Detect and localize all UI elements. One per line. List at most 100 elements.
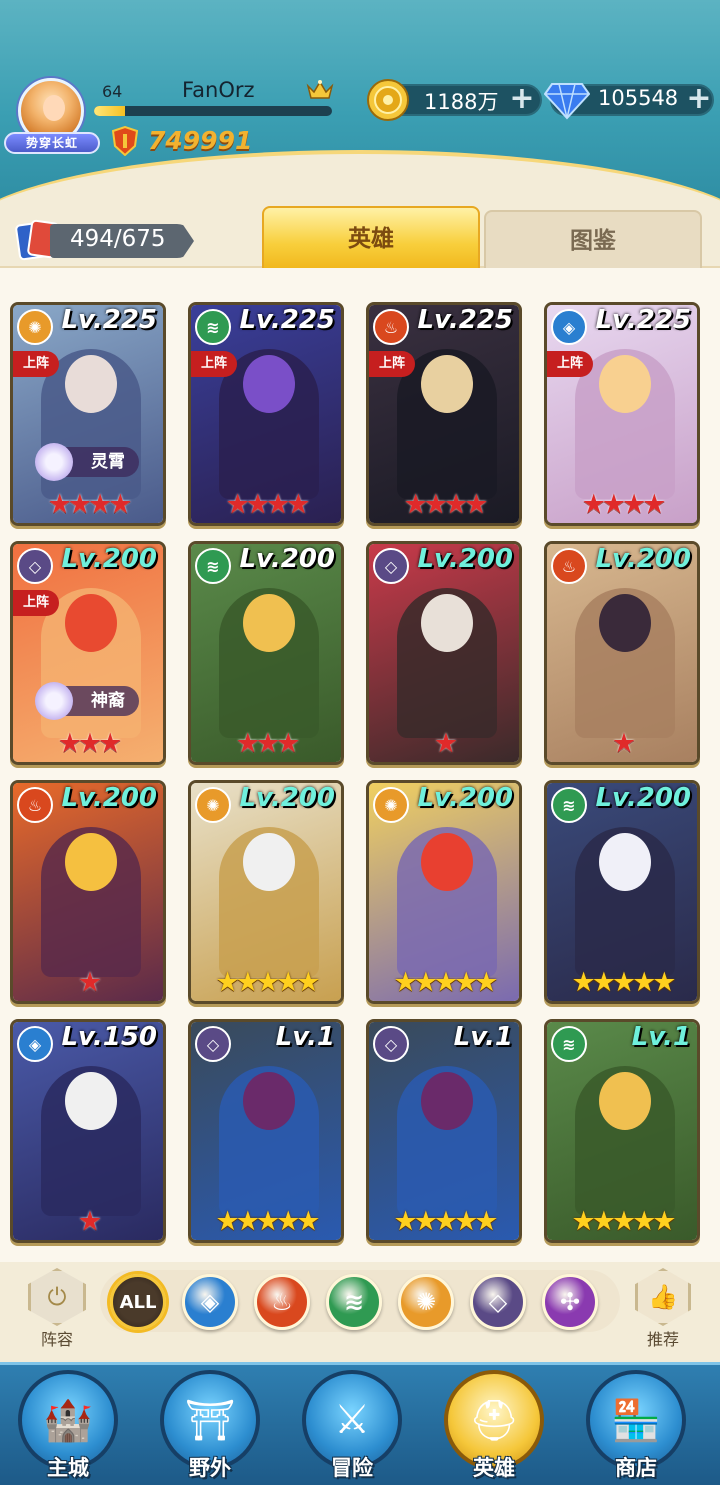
hero-head bbox=[65, 833, 117, 891]
fire-faction-icon: ♨ bbox=[551, 548, 587, 584]
nav-castle-button[interactable]: 🏰 主城 bbox=[16, 1370, 120, 1484]
hero-head bbox=[65, 594, 117, 652]
hero-card[interactable]: ✺ Lv.200 ★★★★★ bbox=[366, 780, 522, 1004]
hero-level: Lv.200 bbox=[61, 544, 157, 574]
hero-card[interactable]: ♨ Lv.200 ★ bbox=[544, 541, 700, 765]
combat-power: 749991 bbox=[148, 126, 253, 155]
hero-card[interactable]: ◇ Lv.200 ★ bbox=[366, 541, 522, 765]
hero-level: Lv.225 bbox=[61, 305, 157, 335]
nav-label: 主城 bbox=[47, 1456, 89, 1480]
recommend-label: 推荐 bbox=[646, 1330, 679, 1349]
water-icon: ◈ bbox=[200, 1288, 220, 1316]
hero-star-rating: ★ bbox=[611, 728, 636, 759]
filter-all-button[interactable]: ALL bbox=[110, 1274, 166, 1330]
thumbs-up-icon: 👍 bbox=[635, 1268, 691, 1326]
hero-head bbox=[421, 1072, 473, 1130]
player-title-badge: 势穿长虹 bbox=[4, 132, 100, 154]
deployed-tag: 上阵 bbox=[13, 590, 59, 616]
hero-head bbox=[421, 833, 473, 891]
hero-star-rating: ★★★★ bbox=[581, 489, 667, 520]
lineup-button[interactable]: ⏻ 阵容 bbox=[22, 1268, 92, 1354]
hero-card[interactable]: ◇ Lv.200 上阵神裔 ★★★ bbox=[10, 541, 166, 765]
nav-gate-button[interactable]: ⛩ 野外 bbox=[158, 1370, 262, 1484]
nav-shop-button[interactable]: 🏪 商店 bbox=[584, 1370, 688, 1484]
hero-star-rating: ★★★★★ bbox=[393, 1206, 498, 1237]
water-faction-icon: ◈ bbox=[17, 1026, 53, 1062]
hero-card[interactable]: ≋ Lv.1 ★★★★★ bbox=[544, 1019, 700, 1243]
hero-level: Lv.225 bbox=[239, 305, 335, 335]
gold-coin-icon bbox=[367, 79, 409, 121]
hero-card[interactable]: ◈ Lv.225 上阵 ★★★★ bbox=[544, 302, 700, 526]
hero-card[interactable]: ≋ Lv.225 上阵 ★★★★ bbox=[188, 302, 344, 526]
hero-level: Lv.225 bbox=[595, 305, 691, 335]
filter-dark-button[interactable]: ◇ bbox=[470, 1274, 526, 1330]
gem-amount: 105548 bbox=[598, 86, 679, 110]
hero-card[interactable]: ◇ Lv.1 ★★★★★ bbox=[188, 1019, 344, 1243]
hero-card[interactable]: ✺ Lv.200 ★★★★★ bbox=[188, 780, 344, 1004]
tab-codex[interactable]: 图鉴 bbox=[484, 210, 702, 268]
tab-heroes[interactable]: 英雄 bbox=[262, 206, 480, 268]
hero-level: Lv.200 bbox=[239, 544, 335, 574]
filter-light-button[interactable]: ✺ bbox=[398, 1274, 454, 1330]
hero-star-rating: ★★★★★ bbox=[215, 1206, 320, 1237]
hero-head bbox=[599, 355, 651, 413]
fire-faction-icon: ♨ bbox=[17, 787, 53, 823]
deployed-tag: 上阵 bbox=[547, 351, 593, 377]
hero-star-rating: ★ bbox=[433, 728, 458, 759]
nature-icon: ≋ bbox=[343, 1288, 365, 1316]
hero-head bbox=[243, 594, 295, 652]
add-gold-button[interactable]: + bbox=[508, 84, 536, 114]
filter-nature-button[interactable]: ≋ bbox=[326, 1274, 382, 1330]
dark-icon: ◇ bbox=[488, 1288, 508, 1316]
hero-card[interactable]: ♨ Lv.200 ★ bbox=[10, 780, 166, 1004]
light-faction-icon: ✺ bbox=[195, 787, 231, 823]
hero-star-rating: ★★★★★ bbox=[571, 967, 676, 998]
hero-card[interactable]: ♨ Lv.225 上阵 ★★★★ bbox=[366, 302, 522, 526]
hero-star-rating: ★★★ bbox=[57, 728, 123, 759]
light-icon: ✺ bbox=[415, 1288, 437, 1316]
dark-faction-icon: ◇ bbox=[195, 1026, 231, 1062]
hero-level: Lv.150 bbox=[61, 1022, 157, 1052]
hero-level: Lv.200 bbox=[239, 783, 335, 813]
hero-card[interactable]: ◈ Lv.150 ★ bbox=[10, 1019, 166, 1243]
hero-star-rating: ★★★★ bbox=[225, 489, 311, 520]
hero-star-rating: ★★★★★ bbox=[215, 967, 320, 998]
fire-faction-icon: ♨ bbox=[373, 309, 409, 345]
hero-card[interactable]: ≋ Lv.200 ★★★★★ bbox=[544, 780, 700, 1004]
filter-water-button[interactable]: ◈ bbox=[182, 1274, 238, 1330]
hero-star-rating: ★★★★★ bbox=[393, 967, 498, 998]
filter-arcane-button[interactable]: ✣ bbox=[542, 1274, 598, 1330]
hero-star-rating: ★ bbox=[77, 1206, 102, 1237]
nature-faction-icon: ≋ bbox=[195, 309, 231, 345]
hero-level: Lv.200 bbox=[595, 783, 691, 813]
hero-star-rating: ★★★ bbox=[235, 728, 301, 759]
exp-bar bbox=[94, 106, 332, 116]
all-icon: ALL bbox=[119, 1291, 157, 1313]
badge-emblem-icon bbox=[35, 682, 73, 720]
hero-card[interactable]: ◇ Lv.1 ★★★★★ bbox=[366, 1019, 522, 1243]
nav-helmet-button[interactable]: ⛑ 英雄 bbox=[442, 1370, 546, 1484]
hero-card[interactable]: ≋ Lv.200 ★★★ bbox=[188, 541, 344, 765]
vip-crown-icon[interactable] bbox=[306, 78, 334, 102]
recommend-button[interactable]: 👍 推荐 bbox=[628, 1268, 698, 1354]
filter-fire-button[interactable]: ♨ bbox=[254, 1274, 310, 1330]
hero-title-text: 灵霄 bbox=[91, 452, 125, 472]
arcane-icon: ✣ bbox=[559, 1288, 581, 1316]
add-gems-button[interactable]: + bbox=[685, 84, 713, 114]
hero-head bbox=[599, 1072, 651, 1130]
dark-faction-icon: ◇ bbox=[17, 548, 53, 584]
water-faction-icon: ◈ bbox=[551, 309, 587, 345]
hero-head bbox=[421, 594, 473, 652]
hero-level: Lv.200 bbox=[417, 544, 513, 574]
avatar-face bbox=[43, 95, 65, 121]
nav-label: 野外 bbox=[189, 1456, 231, 1480]
nav-sword-button[interactable]: ⚔ 冒险 bbox=[300, 1370, 404, 1484]
hero-card[interactable]: ✺ Lv.225 上阵 灵霄 ★★★★ bbox=[10, 302, 166, 526]
dark-faction-icon: ◇ bbox=[373, 1026, 409, 1062]
hero-level: Lv.1 bbox=[453, 1022, 513, 1052]
player-avatar[interactable]: 势穿长虹 bbox=[4, 78, 100, 160]
gold-amount: 1188万 bbox=[424, 90, 499, 114]
hero-title-text: 神裔 bbox=[91, 691, 125, 711]
hero-star-rating: ★ bbox=[77, 967, 102, 998]
hero-head bbox=[65, 355, 117, 413]
